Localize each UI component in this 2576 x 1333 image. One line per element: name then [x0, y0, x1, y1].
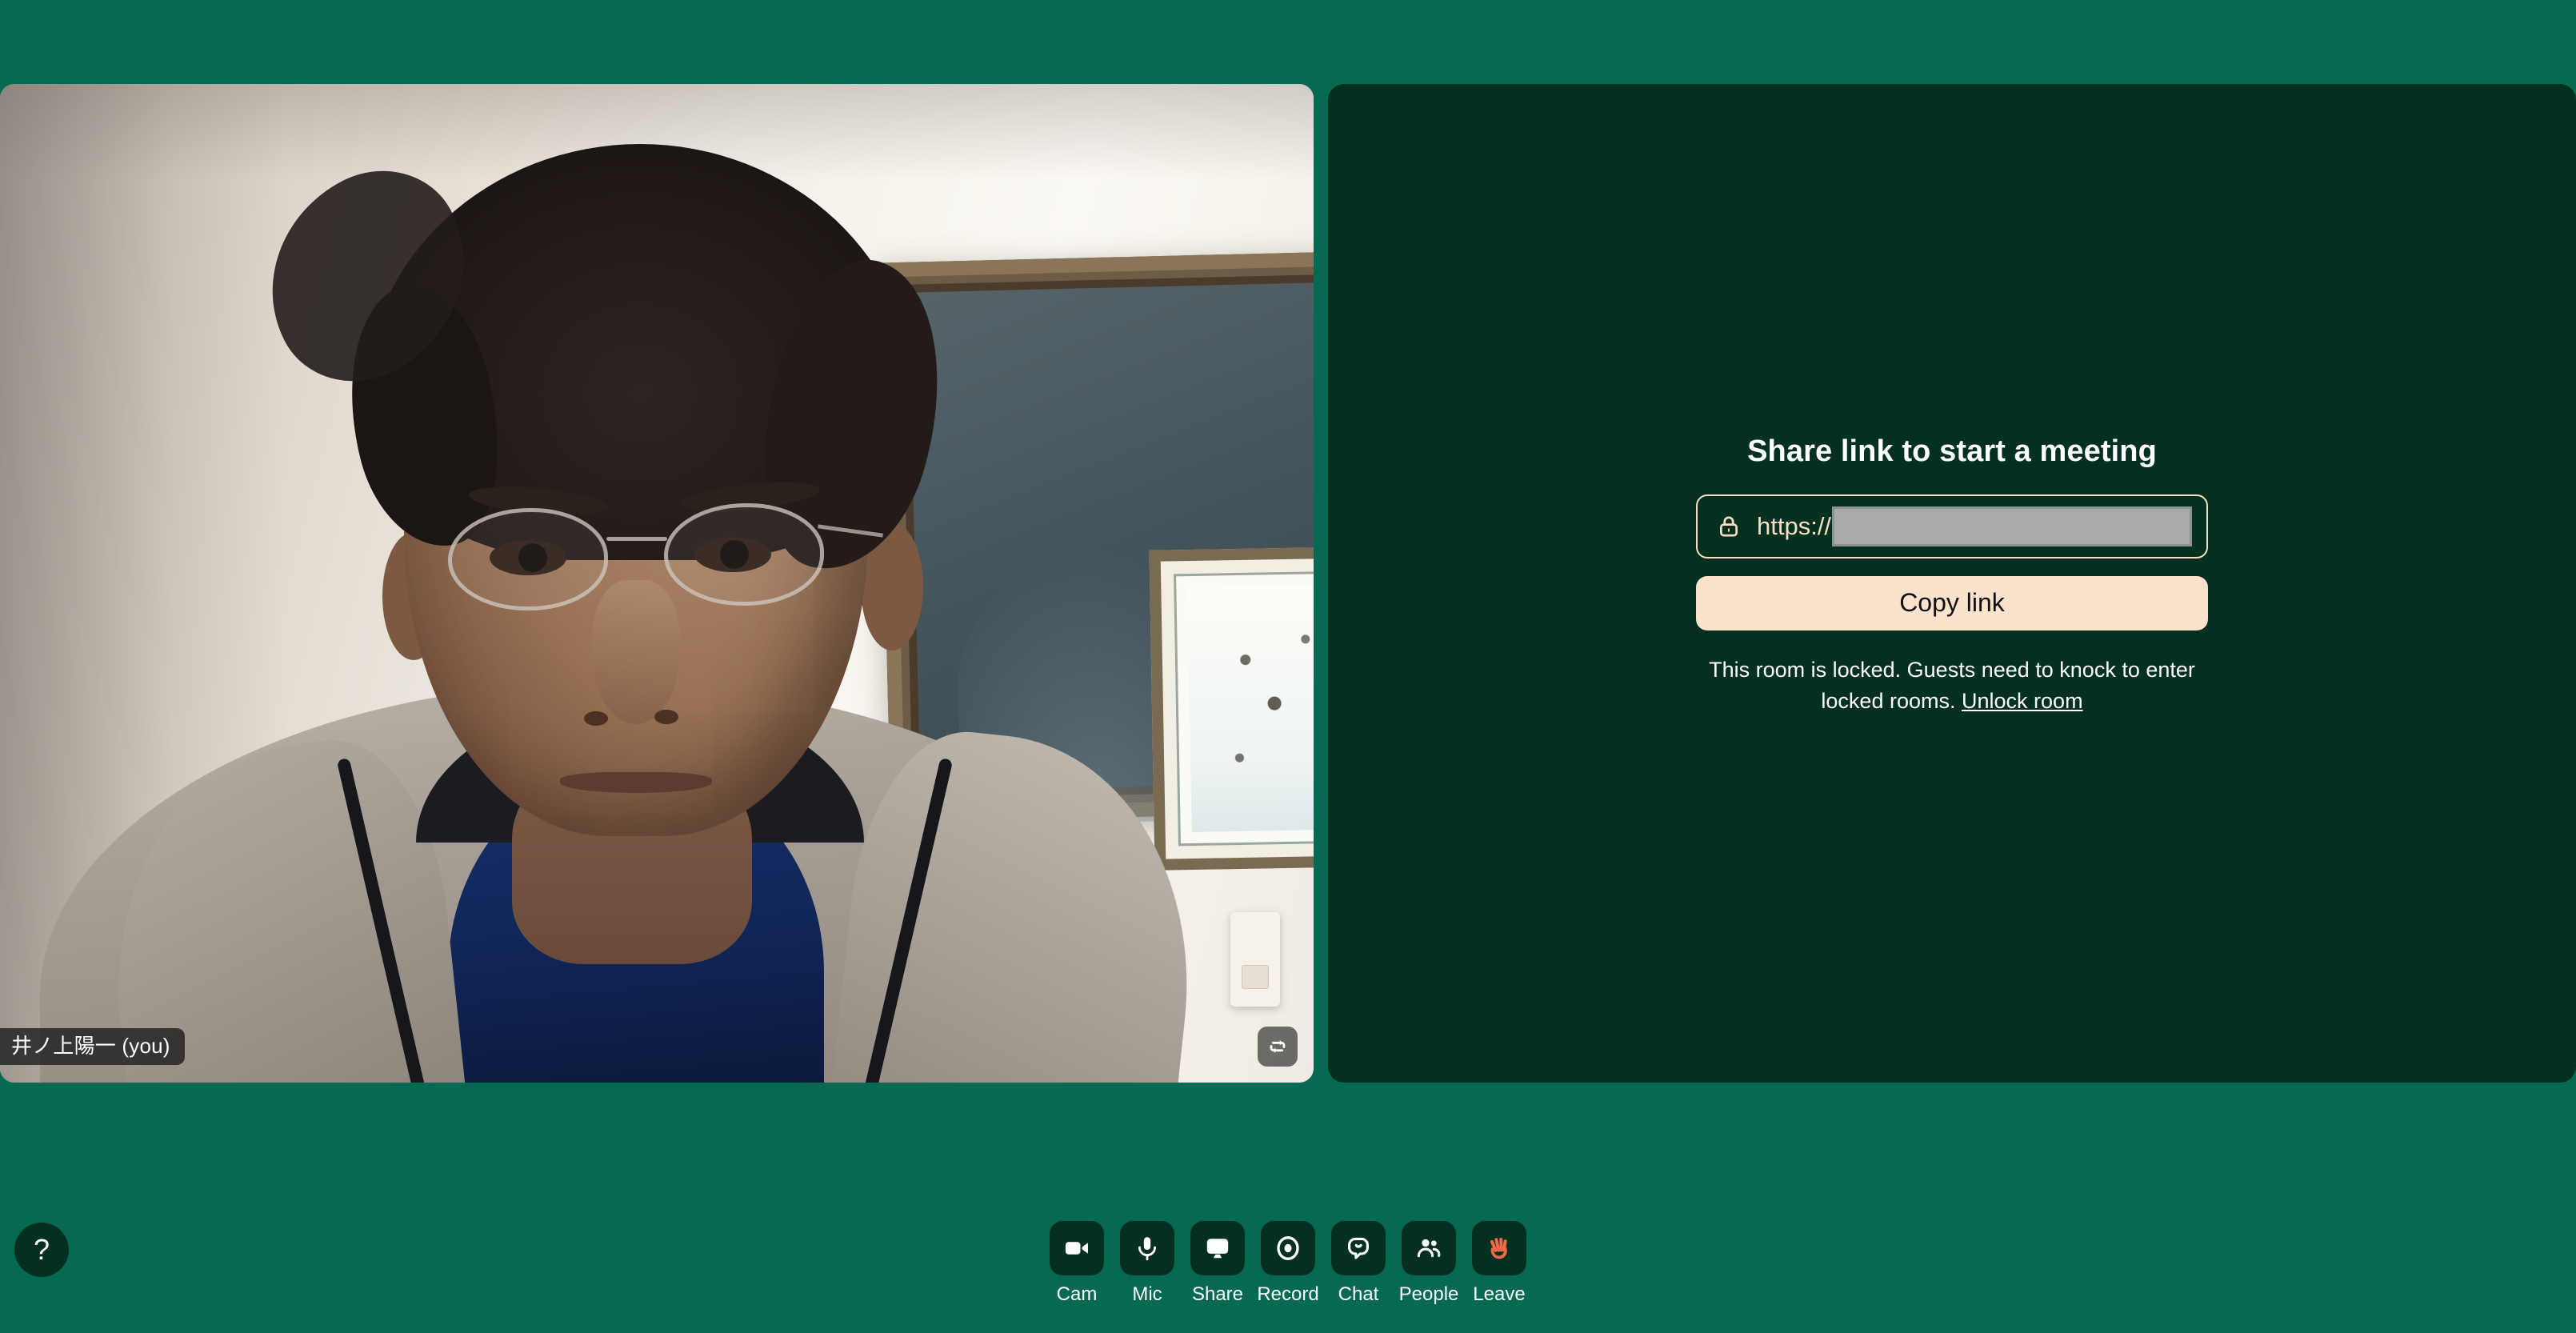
meeting-controls: Cam Mic Share Record Chat People Leave — [1050, 1221, 1526, 1304]
control-mic-icon-wrap — [1120, 1221, 1174, 1275]
control-cam[interactable]: Cam — [1050, 1221, 1104, 1304]
control-leave[interactable]: Leave — [1472, 1221, 1526, 1304]
microphone-icon — [1138, 1237, 1157, 1261]
control-chat[interactable]: Chat — [1331, 1221, 1386, 1304]
flip-camera-button[interactable] — [1258, 1027, 1298, 1067]
participant-name-badge: 井ノ上陽一 (you) — [0, 1028, 185, 1065]
people-icon — [1417, 1239, 1441, 1258]
chat-bubble-icon — [1348, 1237, 1369, 1259]
meeting-stage: 井ノ上陽一 (you) Share link to start a meetin… — [0, 0, 2576, 1333]
control-record-icon-wrap — [1261, 1221, 1315, 1275]
control-cam-icon-wrap — [1050, 1221, 1104, 1275]
person-glasses-left-lens — [448, 508, 608, 610]
bottom-control-bar: ? Cam Mic Share Record Chat People Leave — [0, 1117, 2576, 1333]
control-share[interactable]: Share — [1190, 1221, 1245, 1304]
control-people-label: People — [1398, 1283, 1459, 1305]
link-protocol-text: https:// — [1757, 511, 1832, 540]
person-glasses-bridge — [606, 537, 667, 541]
control-leave-icon-wrap — [1472, 1221, 1526, 1275]
control-leave-label: Leave — [1473, 1283, 1526, 1305]
control-record-label: Record — [1257, 1283, 1319, 1305]
control-mic[interactable]: Mic — [1120, 1221, 1174, 1304]
meeting-link-redacted-value[interactable] — [1832, 506, 2192, 546]
copy-link-button[interactable]: Copy link — [1696, 575, 2208, 630]
participant-person — [0, 84, 1314, 1083]
room-locked-notice-text: This room is locked. Guests need to knoc… — [1709, 657, 2195, 713]
lock-icon — [1720, 516, 1738, 537]
control-record[interactable]: Record — [1257, 1221, 1319, 1304]
person-glasses-right-lens — [664, 503, 824, 606]
control-chat-icon-wrap — [1331, 1221, 1386, 1275]
room-locked-notice: This room is locked. Guests need to knoc… — [1696, 654, 2208, 717]
help-button[interactable]: ? — [14, 1223, 69, 1277]
control-people[interactable]: People — [1398, 1221, 1459, 1305]
control-people-icon-wrap — [1402, 1221, 1456, 1275]
flip-camera-icon — [1270, 1040, 1286, 1053]
record-icon — [1277, 1236, 1299, 1260]
screen-share-icon — [1206, 1239, 1229, 1259]
share-link-panel: Share link to start a meeting https:// C… — [1328, 84, 2576, 1083]
waving-hand-icon — [1490, 1237, 1507, 1259]
local-video-tile[interactable]: 井ノ上陽一 (you) — [0, 84, 1314, 1083]
person-nostril-left — [584, 711, 608, 726]
control-share-icon-wrap — [1190, 1221, 1245, 1275]
unlock-room-link[interactable]: Unlock room — [1962, 689, 2083, 713]
control-share-label: Share — [1191, 1283, 1244, 1305]
camera-icon — [1065, 1242, 1088, 1255]
control-chat-label: Chat — [1338, 1283, 1379, 1305]
person-nose — [592, 580, 680, 724]
control-cam-label: Cam — [1056, 1283, 1098, 1305]
person-nostril-right — [654, 710, 678, 724]
person-mouth — [560, 772, 712, 793]
meeting-link-field[interactable]: https:// — [1696, 494, 2208, 558]
control-mic-label: Mic — [1132, 1283, 1162, 1305]
share-panel-title: Share link to start a meeting — [1747, 434, 2157, 468]
share-link-content: Share link to start a meeting https:// C… — [1696, 434, 2208, 717]
